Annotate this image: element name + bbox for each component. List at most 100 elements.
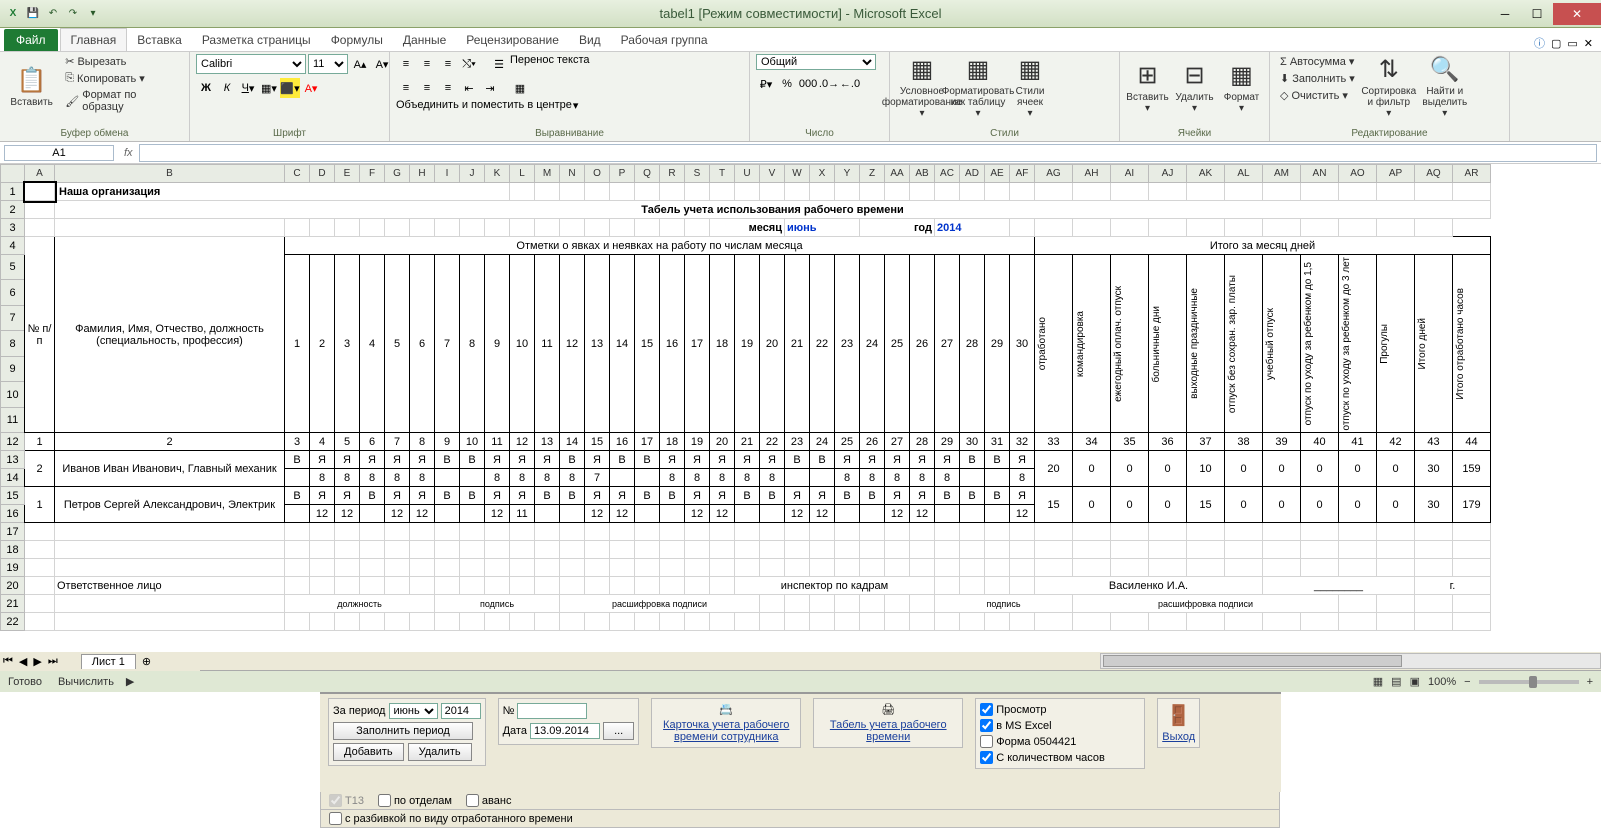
sort-filter-button[interactable]: ⇅Сортировка и фильтр▾	[1363, 54, 1415, 120]
fill-period-button[interactable]: Заполнить период	[333, 722, 473, 740]
macro-icon[interactable]: ▶	[122, 675, 138, 688]
align-right-icon[interactable]: ≡	[438, 78, 458, 98]
sheet-nav-next-icon[interactable]: ▶	[30, 655, 44, 668]
new-sheet-icon[interactable]: ⊕	[136, 655, 157, 668]
grow-font-icon[interactable]: A▴	[350, 54, 370, 74]
italic-button[interactable]: К	[217, 78, 237, 98]
view-break-icon[interactable]: ▣	[1410, 675, 1420, 688]
sheet-nav-first-icon[interactable]: ⏮	[0, 655, 16, 668]
underline-button[interactable]: Ч▾	[238, 78, 258, 98]
indent-inc-icon[interactable]: ⇥	[480, 78, 500, 98]
tabel-link[interactable]: Табель учета рабочего времени	[818, 719, 958, 743]
copy-button[interactable]: ⎘ Копировать ▾	[61, 71, 183, 86]
border-button[interactable]: ▦▾	[259, 78, 279, 98]
num-input[interactable]	[517, 703, 587, 719]
qat-more-icon[interactable]: ▾	[84, 5, 102, 23]
delete-button[interactable]: Удалить	[408, 743, 472, 761]
group-clipboard-label: Буфер обмена	[6, 126, 183, 139]
sheet-nav-last-icon[interactable]: ⏭	[45, 655, 61, 668]
chk-form[interactable]: Форма 0504421	[980, 735, 1140, 748]
card-link[interactable]: Карточка учета рабочего времени сотрудни…	[656, 719, 796, 743]
zoom-out-icon[interactable]: −	[1464, 676, 1470, 688]
align-mid-icon[interactable]: ≡	[417, 54, 437, 74]
minimize-button[interactable]: ─	[1489, 3, 1521, 25]
redo-icon[interactable]: ↷	[64, 5, 82, 23]
undo-icon[interactable]: ↶	[44, 5, 62, 23]
orientation-icon[interactable]: ⤭▾	[459, 54, 479, 74]
chk-preview[interactable]: Просмотр	[980, 703, 1140, 716]
zoom-slider[interactable]	[1479, 680, 1579, 684]
view-normal-icon[interactable]: ▦	[1373, 675, 1383, 688]
tab-file[interactable]: Файл	[4, 29, 58, 51]
date-pick-button[interactable]: ...	[603, 722, 634, 740]
period-year-input[interactable]	[441, 703, 481, 719]
align-center-icon[interactable]: ≡	[417, 78, 437, 98]
sheet-nav-prev-icon[interactable]: ◀	[16, 655, 30, 668]
dec-decimal-icon[interactable]: ←.0	[840, 74, 860, 94]
tab-data[interactable]: Данные	[393, 29, 456, 51]
inc-decimal-icon[interactable]: .0→	[819, 74, 839, 94]
close-doc-icon[interactable]: ✕	[1584, 37, 1593, 50]
add-button[interactable]: Добавить	[333, 743, 404, 761]
shrink-font-icon[interactable]: A▾	[372, 54, 392, 74]
period-month-select[interactable]: июнь	[389, 703, 438, 719]
currency-icon[interactable]: ₽▾	[756, 74, 776, 94]
tab-layout[interactable]: Разметка страницы	[192, 29, 321, 51]
cell-styles-button[interactable]: ▦Стили ячеек▾	[1008, 54, 1052, 120]
format-table-button[interactable]: ▦Форматировать как таблицу▾	[952, 54, 1004, 120]
insert-cells-button[interactable]: ⊞Вставить▾	[1126, 54, 1169, 120]
align-left-icon[interactable]: ≡	[396, 78, 416, 98]
wrap-text-button[interactable]: ☰	[489, 54, 509, 74]
name-box[interactable]	[4, 145, 114, 161]
cond-format-button[interactable]: ▦Условное форматирование▾	[896, 54, 948, 120]
align-bot-icon[interactable]: ≡	[438, 54, 458, 74]
tab-home[interactable]: Главная	[60, 28, 128, 51]
restore-icon[interactable]: ▭	[1567, 37, 1577, 50]
font-color-button[interactable]: A▾	[301, 78, 321, 98]
cut-button[interactable]: ✂ Вырезать	[61, 54, 183, 69]
fill-button[interactable]: ⬇ Заполнить ▾	[1276, 71, 1359, 86]
worksheet-area[interactable]: ABCDEFGHIJKLMNOPQRSTUVWXYZAAABACADAEAFAG…	[0, 164, 1601, 652]
find-select-button[interactable]: 🔍Найти и выделить▾	[1419, 54, 1471, 120]
indent-dec-icon[interactable]: ⇤	[459, 78, 479, 98]
chk-hours[interactable]: С количеством часов	[980, 751, 1140, 764]
formula-bar[interactable]	[139, 144, 1597, 162]
hscroll-bar[interactable]: ⏮ ◀ ▶ ⏭ Лист 1 ⊕	[0, 652, 1601, 670]
window-title: tabel1 [Режим совместимости] - Microsoft…	[659, 6, 941, 21]
number-format-select[interactable]: Общий	[756, 54, 876, 70]
date-input[interactable]	[530, 723, 600, 739]
tab-view[interactable]: Вид	[569, 29, 611, 51]
paste-button[interactable]: 📋Вставить	[6, 54, 57, 120]
sheet-tab[interactable]: Лист 1	[81, 654, 136, 669]
font-name-select[interactable]: Calibri	[196, 54, 306, 74]
spreadsheet-grid[interactable]: ABCDEFGHIJKLMNOPQRSTUVWXYZAAABACADAEAFAG…	[0, 164, 1491, 631]
zoom-in-icon[interactable]: +	[1587, 676, 1593, 688]
merge-button[interactable]: ▦	[510, 78, 530, 98]
clear-button[interactable]: ◇ Очистить ▾	[1276, 88, 1359, 103]
zoom-level[interactable]: 100%	[1428, 676, 1456, 688]
fx-icon[interactable]: fx	[124, 147, 133, 159]
view-layout-icon[interactable]: ▤	[1391, 675, 1401, 688]
min-ribbon-icon[interactable]: ▢	[1551, 37, 1561, 50]
autosum-button[interactable]: Σ Автосумма ▾	[1276, 54, 1359, 69]
delete-cells-button[interactable]: ⊟Удалить▾	[1173, 54, 1216, 120]
font-size-select[interactable]: 11	[308, 54, 348, 74]
help-icon[interactable]: ⓘ	[1534, 35, 1545, 51]
comma-icon[interactable]: 000	[798, 74, 818, 94]
chk-break[interactable]: с разбивкой по виду отработанного времен…	[329, 812, 1271, 825]
fill-color-button[interactable]: ⬛▾	[280, 78, 300, 98]
tab-formulas[interactable]: Формулы	[321, 29, 393, 51]
format-cells-button[interactable]: ▦Формат▾	[1220, 54, 1263, 120]
bold-button[interactable]: Ж	[196, 78, 216, 98]
tab-workgroup[interactable]: Рабочая группа	[611, 29, 718, 51]
save-icon[interactable]: 💾	[24, 5, 42, 23]
exit-link[interactable]: Выход	[1162, 731, 1195, 743]
format-painter-button[interactable]: 🖌 Формат по образцу	[61, 88, 183, 114]
chk-excel[interactable]: в MS Excel	[980, 719, 1140, 732]
close-button[interactable]: ✕	[1553, 3, 1601, 25]
maximize-button[interactable]: ☐	[1521, 3, 1553, 25]
percent-icon[interactable]: %	[777, 74, 797, 94]
tab-review[interactable]: Рецензирование	[456, 29, 569, 51]
align-top-icon[interactable]: ≡	[396, 54, 416, 74]
tab-insert[interactable]: Вставка	[127, 29, 192, 51]
